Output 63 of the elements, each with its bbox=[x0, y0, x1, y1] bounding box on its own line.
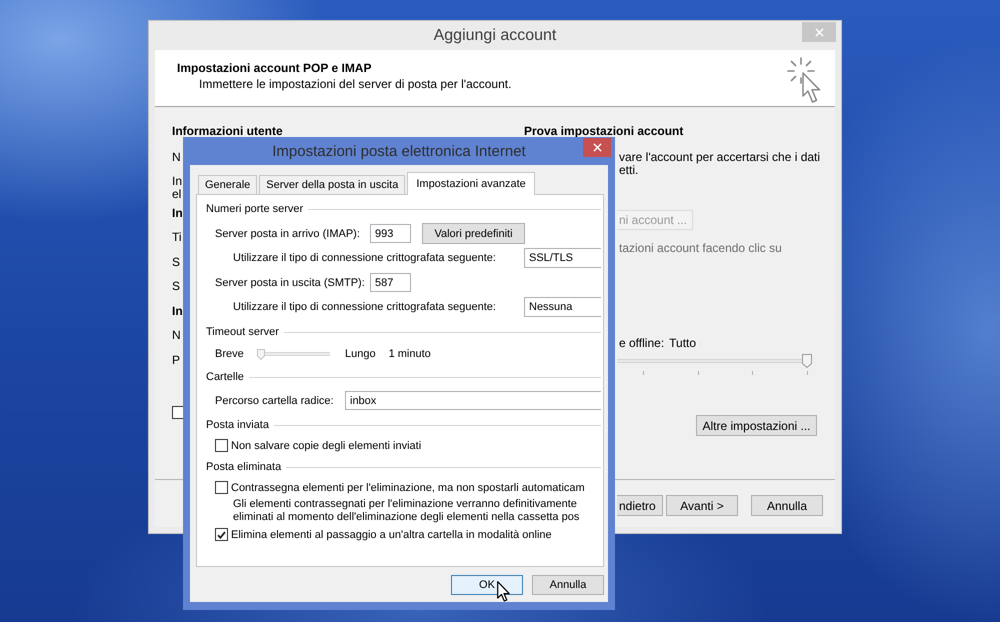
option-label: tazioni account facendo clic su bbox=[618, 242, 782, 254]
field-label: In el bbox=[172, 173, 183, 201]
cancel-button[interactable]: Annulla bbox=[751, 495, 823, 516]
field-label: S bbox=[172, 254, 182, 271]
section-heading: In bbox=[172, 302, 183, 320]
close-icon bbox=[814, 28, 824, 36]
field-label: Server posta in uscita (SMTP): bbox=[215, 276, 366, 288]
field-label: Utilizzare il tipo di connessione crittografata seguente: bbox=[233, 252, 496, 264]
text-field[interactable]: inbox bbox=[345, 391, 601, 410]
header-subtitle: Immettere le impostazioni del server di posta per l'account. bbox=[199, 77, 512, 91]
defaults-button[interactable]: Valori predefiniti bbox=[422, 223, 525, 244]
port-field[interactable]: 587 bbox=[370, 273, 411, 292]
checkbox[interactable] bbox=[215, 439, 228, 452]
field-label: N bbox=[172, 327, 182, 344]
close-button[interactable] bbox=[583, 138, 611, 157]
dropdown-field[interactable]: SSL/TLS bbox=[524, 248, 601, 268]
slider-thumb[interactable] bbox=[802, 354, 812, 368]
window-title: Impostazioni posta elettronica Internet bbox=[272, 142, 526, 160]
port-field[interactable]: 993 bbox=[370, 224, 411, 243]
section-heading: Informazioni utente bbox=[172, 125, 283, 137]
checkbox[interactable] bbox=[215, 528, 228, 541]
group-heading: Cartelle bbox=[206, 371, 244, 384]
next-button[interactable]: Avanti > bbox=[666, 495, 738, 516]
checkmark-icon bbox=[217, 530, 226, 538]
tab[interactable]: Generale bbox=[198, 175, 258, 194]
slider-thumb[interactable] bbox=[257, 348, 265, 360]
slider-min-label: Breve bbox=[215, 348, 245, 360]
slider-tick bbox=[752, 370, 753, 374]
checkbox-label: Elimina elementi al passaggio a un'altra cartella in modalità online bbox=[231, 528, 552, 540]
slider-max-label: Lungo bbox=[345, 348, 376, 360]
cursor-icon bbox=[497, 581, 510, 602]
header-title: Impostazioni account POP e IMAP bbox=[177, 61, 372, 75]
slider-value: 1 minuto bbox=[388, 348, 431, 360]
offline-value: Tutto bbox=[669, 336, 696, 350]
group-heading: Posta eliminata bbox=[206, 461, 282, 474]
checkbox[interactable] bbox=[215, 481, 228, 494]
dropdown-field[interactable]: Nessuna bbox=[524, 297, 601, 317]
close-icon bbox=[592, 143, 602, 152]
description-text: vare l'account per accertarsi che i dati etti. bbox=[618, 150, 820, 176]
field-label: Percorso cartella radice: bbox=[215, 394, 335, 406]
slider-tick bbox=[643, 370, 644, 374]
section-heading: In bbox=[172, 204, 183, 222]
section-heading: Prova impostazioni account bbox=[524, 125, 684, 137]
tab[interactable]: Server della posta in uscita bbox=[259, 175, 406, 194]
more-settings-button[interactable]: Altre impostazioni ... bbox=[696, 415, 817, 436]
cursor-click-icon bbox=[787, 57, 822, 104]
checkbox-label: Non salvare copie degli elementi inviati bbox=[231, 440, 422, 452]
field-label: P bbox=[172, 352, 182, 369]
back-button[interactable]: ndietro bbox=[617, 495, 663, 516]
field-label: Ti bbox=[172, 229, 183, 246]
window-title: Aggiungi account bbox=[434, 26, 556, 44]
cancel-button[interactable]: Annulla bbox=[532, 575, 604, 595]
group-heading: Posta inviata bbox=[206, 419, 269, 432]
field-label: Server posta in arrivo (IMAP): bbox=[215, 228, 361, 240]
field-label: S bbox=[172, 278, 182, 296]
offline-label: e offline: bbox=[619, 336, 664, 350]
field-label: N bbox=[172, 148, 182, 166]
group-heading: Numeri porte server bbox=[206, 203, 304, 216]
checkbox-label: Contrassegna elementi per l'eliminazione, ma non spostarli automaticam bbox=[231, 482, 585, 494]
field-label: Utilizzare il tipo di connessione crittografata seguente: bbox=[233, 301, 496, 313]
tab[interactable]: Impostazioni avanzate bbox=[407, 172, 535, 195]
note-text: Gli elementi contrassegnati per l'eliminazione verranno definitivamente eliminati al momento dell'eliminazione degli elementi nella cassetta pos bbox=[233, 498, 580, 524]
group-heading: Timeout server bbox=[206, 326, 279, 339]
